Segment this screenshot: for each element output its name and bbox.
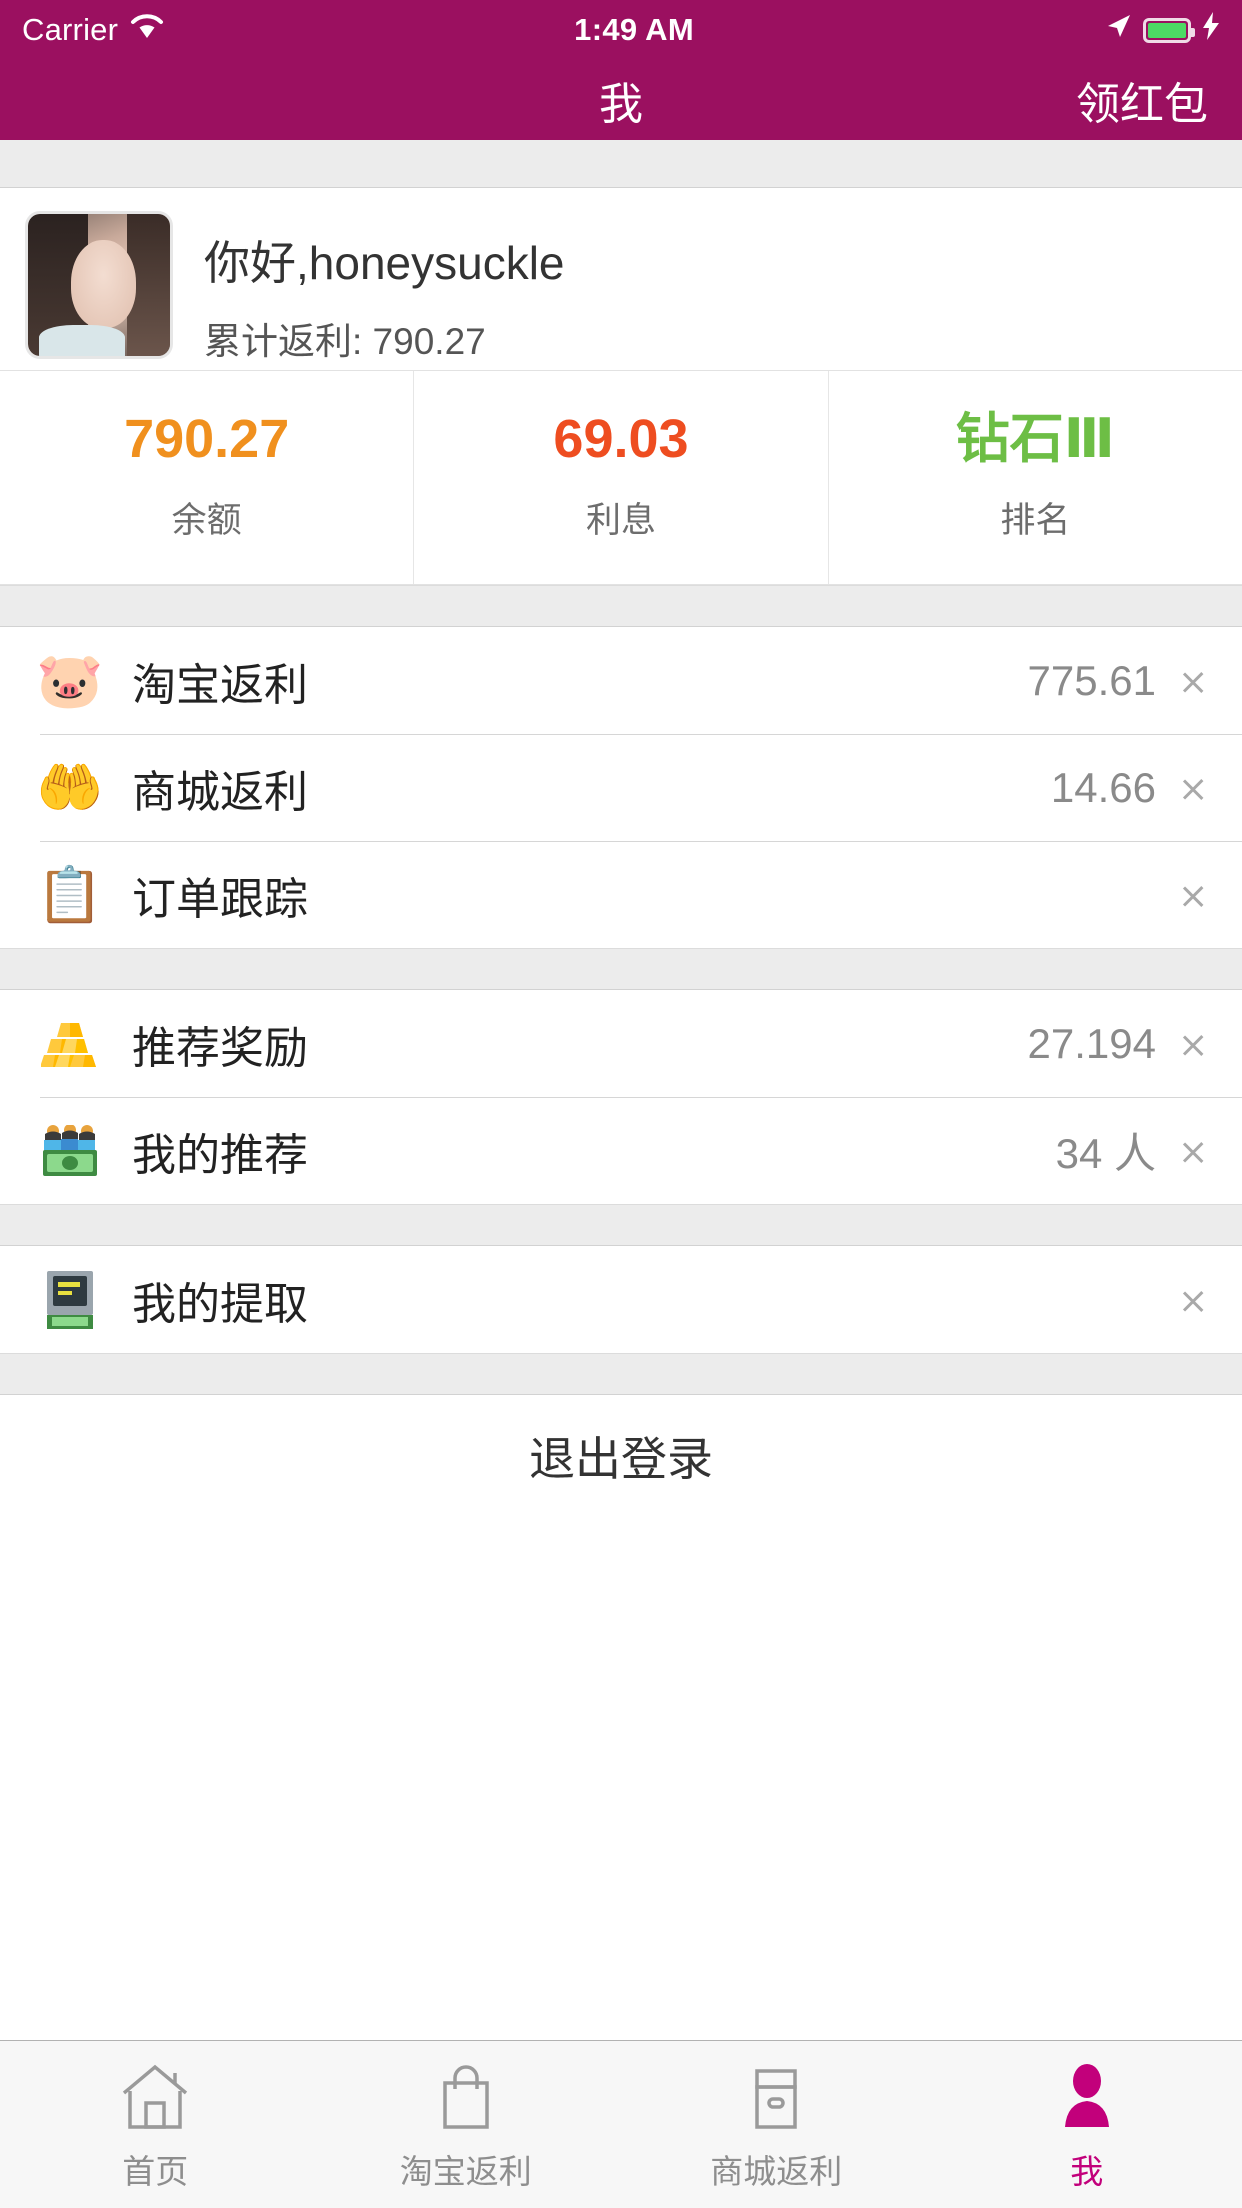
status-time: 1:49 AM (574, 12, 694, 47)
menu-group-3: 我的提取 (0, 1246, 1242, 1353)
section-gap-top (0, 140, 1242, 188)
chevron-right-icon (1182, 875, 1204, 915)
tab-home[interactable]: 首页 (0, 2041, 311, 2208)
row-my-withdrawals-label: 我的提取 (132, 1279, 308, 1329)
stat-interest-value: 69.03 (553, 409, 689, 469)
lightning-bolt-icon (1202, 12, 1220, 48)
tab-mall-rebate-label: 商城返利 (710, 2152, 843, 2190)
tab-bar: 首页 淘宝返利 商城返利 我 (0, 2040, 1242, 2208)
tab-taobao-rebate[interactable]: 淘宝返利 (311, 2041, 622, 2208)
status-left: Carrier (22, 12, 164, 48)
stat-balance-label: 余额 (171, 501, 242, 540)
row-taobao-rebate-value: 775.61 (1027, 656, 1156, 704)
shopping-bag-icon (429, 2057, 503, 2131)
location-arrow-icon (1104, 12, 1132, 48)
chevron-right-icon (1182, 1131, 1204, 1171)
tab-profile[interactable]: 我 (932, 2041, 1242, 2208)
row-referral-reward-label: 推荐奖励 (132, 1023, 308, 1073)
stat-rank-label: 排名 (1000, 501, 1071, 540)
stat-rank[interactable]: 钻石Ⅲ 排名 (827, 371, 1242, 584)
person-icon (1050, 2057, 1124, 2131)
page-title: 我 (599, 80, 643, 129)
row-my-referrals-value: 34 人 (1055, 1130, 1156, 1177)
row-my-withdrawals[interactable]: 我的提取 (0, 1246, 1242, 1353)
tab-profile-label: 我 (1070, 2152, 1104, 2190)
logout-button[interactable]: 退出登录 (0, 1395, 1242, 1517)
menu-group-2: 推荐奖励 27.194 我的推荐 34 人 (0, 990, 1242, 1204)
clipboard-check-icon: 📋 (36, 864, 104, 925)
carrier-label: Carrier (22, 12, 119, 47)
row-order-tracking-label: 订单跟踪 (132, 874, 308, 924)
cumulative-rebate-label: 累计返利: 790.27 (204, 321, 486, 363)
row-order-tracking[interactable]: 📋 订单跟踪 (0, 841, 1242, 948)
row-mall-rebate-value: 14.66 (1050, 763, 1156, 811)
greeting-text: 你好,honeysuckle (204, 237, 565, 289)
section-gap-4 (0, 1353, 1242, 1395)
chevron-right-icon (1182, 1280, 1204, 1320)
row-my-referrals-label: 我的推荐 (132, 1130, 308, 1180)
stat-balance-value: 790.27 (124, 409, 290, 469)
row-mall-rebate[interactable]: 🤲 商城返利 14.66 (0, 734, 1242, 841)
stat-rank-value: 钻石Ⅲ (955, 409, 1115, 469)
tab-mall-rebate[interactable]: 商城返利 (621, 2041, 932, 2208)
stat-interest-label: 利息 (585, 501, 656, 540)
row-mall-rebate-label: 商城返利 (132, 767, 308, 817)
section-gap-3 (0, 1204, 1242, 1246)
chevron-right-icon (1182, 768, 1204, 808)
row-referral-reward-value: 27.194 (1027, 1019, 1156, 1067)
piggy-bank-icon: 🐷 (36, 650, 104, 711)
wifi-icon (130, 12, 164, 48)
app-root: Carrier 1:49 AM 我 领红包 你好,honeysuckle 累计返… (0, 0, 1242, 2208)
store-box-icon (739, 2057, 813, 2131)
row-taobao-rebate[interactable]: 🐷 淘宝返利 775.61 (0, 627, 1242, 734)
status-bar: Carrier 1:49 AM (0, 0, 1242, 60)
nav-bar: 我 领红包 (0, 60, 1242, 140)
content-spacer (0, 1517, 1242, 2040)
battery-icon (1143, 17, 1195, 43)
chevron-right-icon (1182, 661, 1204, 701)
tab-home-label: 首页 (122, 2152, 189, 2190)
atm-machine-icon (32, 1270, 108, 1329)
status-right (1104, 12, 1220, 48)
row-taobao-rebate-label: 淘宝返利 (132, 660, 308, 710)
section-gap-2 (0, 948, 1242, 990)
stat-balance[interactable]: 790.27 余额 (0, 371, 413, 584)
tab-taobao-rebate-label: 淘宝返利 (399, 2152, 532, 2190)
home-icon (118, 2057, 192, 2131)
red-packet-button[interactable]: 领红包 (1076, 68, 1208, 132)
section-gap-1 (0, 585, 1242, 627)
gold-bars-icon (32, 1021, 108, 1067)
people-money-icon (32, 1124, 108, 1177)
avatar[interactable] (28, 214, 170, 356)
row-referral-reward[interactable]: 推荐奖励 27.194 (0, 990, 1242, 1097)
stats-row: 790.27 余额 69.03 利息 钻石Ⅲ 排名 (0, 370, 1242, 585)
hand-with-coin-icon: 🤲 (36, 757, 104, 818)
profile-text: 你好,honeysuckle 累计返利: 790.27 (204, 214, 565, 365)
menu-group-1: 🐷 淘宝返利 775.61 🤲 商城返利 14.66 📋 订单跟踪 (0, 627, 1242, 948)
row-my-referrals[interactable]: 我的推荐 34 人 (0, 1097, 1242, 1204)
stat-interest[interactable]: 69.03 利息 (413, 371, 827, 584)
profile-section[interactable]: 你好,honeysuckle 累计返利: 790.27 (0, 188, 1242, 370)
chevron-right-icon (1182, 1024, 1204, 1064)
